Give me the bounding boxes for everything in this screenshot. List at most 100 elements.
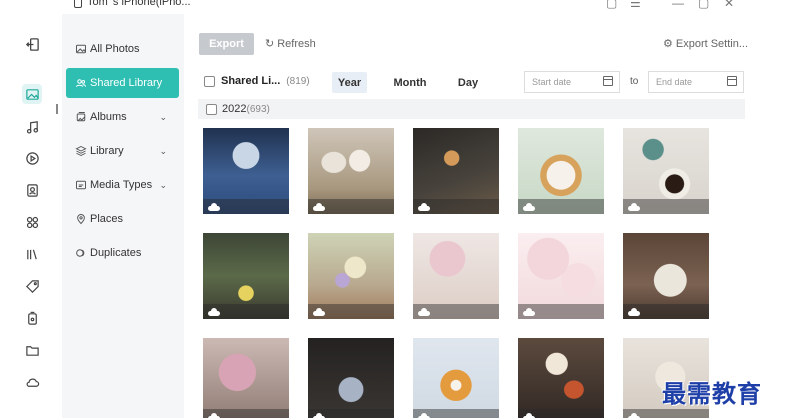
photo-thumbnail[interactable] bbox=[623, 233, 709, 319]
year-count: (693) bbox=[246, 103, 270, 115]
minimize-icon[interactable]: — bbox=[672, 0, 684, 10]
photos-icon bbox=[76, 44, 86, 54]
photo-thumbnail[interactable] bbox=[518, 128, 604, 214]
cloud-icon bbox=[628, 413, 640, 418]
close-icon[interactable]: ✕ bbox=[724, 0, 734, 10]
export-settings-label: Export Settin... bbox=[675, 37, 749, 50]
sidebar-item-places[interactable]: Places bbox=[66, 204, 179, 234]
month-tab[interactable]: Month bbox=[388, 72, 432, 93]
sidebar-item-duplicates[interactable]: Duplicates bbox=[66, 238, 179, 268]
cloud-icon bbox=[628, 308, 640, 316]
year-select-checkbox[interactable] bbox=[206, 103, 217, 115]
sidebar-item-label: Duplicates bbox=[90, 247, 142, 259]
apps-icon[interactable] bbox=[22, 212, 42, 232]
year-tab[interactable]: Year bbox=[332, 72, 367, 93]
folder-icon[interactable] bbox=[22, 340, 42, 360]
sidebar: All Photos Shared Library Albums ⌄ Libra… bbox=[62, 14, 184, 418]
cloud-icon bbox=[523, 308, 535, 316]
albums-icon bbox=[76, 112, 86, 122]
device-name: Tom 's iPhone(iPho... bbox=[87, 0, 191, 8]
refresh-icon: ↻ bbox=[265, 38, 275, 50]
cloud-icon bbox=[313, 413, 325, 418]
calendar-icon[interactable] bbox=[727, 76, 737, 86]
cloud-icon bbox=[313, 308, 325, 316]
photo-thumbnail[interactable] bbox=[623, 128, 709, 214]
album-count: (819) bbox=[286, 75, 310, 87]
date-range-separator: to bbox=[630, 76, 639, 87]
duplicates-icon bbox=[76, 249, 85, 257]
sidebar-item-media-types[interactable]: Media Types ⌄ bbox=[66, 170, 179, 200]
tag-icon[interactable] bbox=[22, 276, 42, 296]
cloud-icon bbox=[418, 413, 430, 418]
cloud-icon bbox=[628, 203, 640, 211]
sidebar-item-label: All Photos bbox=[90, 43, 140, 55]
photo-thumbnail[interactable] bbox=[203, 233, 289, 319]
cloud-icon bbox=[418, 308, 430, 316]
photo-thumbnail[interactable] bbox=[203, 128, 289, 214]
chevron-down-icon[interactable]: ⌄ bbox=[159, 180, 167, 191]
sidebar-item-all-photos[interactable]: All Photos bbox=[66, 34, 179, 64]
export-settings-button[interactable]: ⚙ Export Settin... bbox=[663, 37, 749, 51]
feedback-icon[interactable]: ▢ bbox=[606, 0, 617, 10]
title-bar: Tom 's iPhone(iPho... ▢ ☰ — ▢ ✕ bbox=[0, 0, 785, 14]
select-all-checkbox[interactable] bbox=[204, 75, 215, 87]
year-label: 2022 bbox=[222, 103, 247, 115]
sidebar-item-label: Media Types bbox=[90, 179, 153, 191]
year-group-header: 2022 (693) bbox=[198, 99, 745, 119]
maximize-icon[interactable]: ▢ bbox=[698, 0, 709, 10]
photo-thumbnail[interactable] bbox=[518, 338, 604, 418]
photo-thumbnail[interactable] bbox=[413, 233, 499, 319]
day-tab[interactable]: Day bbox=[452, 72, 484, 93]
contacts-icon[interactable] bbox=[22, 180, 42, 200]
sidebar-item-library[interactable]: Library ⌄ bbox=[66, 136, 179, 166]
start-date-field[interactable]: Start date bbox=[524, 71, 620, 93]
cloud-icon bbox=[208, 203, 220, 211]
export-button[interactable]: Export bbox=[199, 33, 254, 55]
device-toolkit-icon[interactable] bbox=[22, 308, 42, 328]
refresh-label: Refresh bbox=[277, 37, 316, 50]
video-icon[interactable] bbox=[22, 148, 42, 168]
books-icon[interactable] bbox=[22, 244, 42, 264]
photo-thumbnail[interactable] bbox=[413, 128, 499, 214]
place-pin-icon bbox=[77, 214, 85, 225]
album-name: Shared Li... bbox=[221, 75, 281, 87]
cloud-icon bbox=[208, 413, 220, 418]
photo-thumbnail[interactable] bbox=[518, 233, 604, 319]
photos-nav-icon[interactable] bbox=[22, 84, 42, 104]
cloud-icon bbox=[523, 203, 535, 211]
rail-marker bbox=[56, 104, 58, 114]
sidebar-item-label: Places bbox=[90, 213, 124, 225]
music-icon[interactable] bbox=[22, 117, 42, 137]
sidebar-item-shared-library[interactable]: Shared Library bbox=[66, 68, 179, 98]
photo-thumbnail[interactable] bbox=[203, 338, 289, 418]
photo-thumbnail[interactable] bbox=[308, 233, 394, 319]
start-date-placeholder: Start date bbox=[532, 77, 572, 87]
layers-icon bbox=[75, 145, 87, 157]
sidebar-item-label: Library bbox=[90, 145, 124, 157]
watermark: 最需教育 bbox=[662, 379, 762, 408]
photo-thumbnail[interactable] bbox=[308, 338, 394, 418]
device-selector[interactable]: Tom 's iPhone(iPho... bbox=[74, 0, 191, 8]
cloud-icon[interactable] bbox=[22, 372, 42, 392]
media-types-icon bbox=[76, 180, 86, 190]
cloud-icon bbox=[208, 308, 220, 316]
chevron-down-icon[interactable]: ⌄ bbox=[159, 112, 167, 123]
sidebar-item-albums[interactable]: Albums ⌄ bbox=[66, 102, 179, 132]
cloud-icon bbox=[313, 203, 325, 211]
photo-thumbnail[interactable] bbox=[308, 128, 394, 214]
icon-rail bbox=[0, 14, 62, 418]
refresh-button[interactable]: ↻ Refresh bbox=[265, 37, 316, 51]
gear-icon: ⚙ bbox=[663, 38, 673, 50]
sidebar-item-label: Shared Library bbox=[90, 77, 163, 89]
people-icon bbox=[76, 79, 86, 87]
back-icon[interactable] bbox=[22, 34, 42, 54]
menu-icon[interactable]: ☰ bbox=[630, 0, 641, 10]
sidebar-item-label: Albums bbox=[90, 111, 127, 123]
photo-thumbnail[interactable] bbox=[413, 338, 499, 418]
album-header: Shared Li... (819) bbox=[204, 75, 310, 87]
chevron-down-icon[interactable]: ⌄ bbox=[159, 146, 167, 157]
end-date-field[interactable]: End date bbox=[648, 71, 744, 93]
calendar-icon[interactable] bbox=[603, 76, 613, 86]
cloud-icon bbox=[523, 413, 535, 418]
phone-icon bbox=[74, 0, 82, 8]
